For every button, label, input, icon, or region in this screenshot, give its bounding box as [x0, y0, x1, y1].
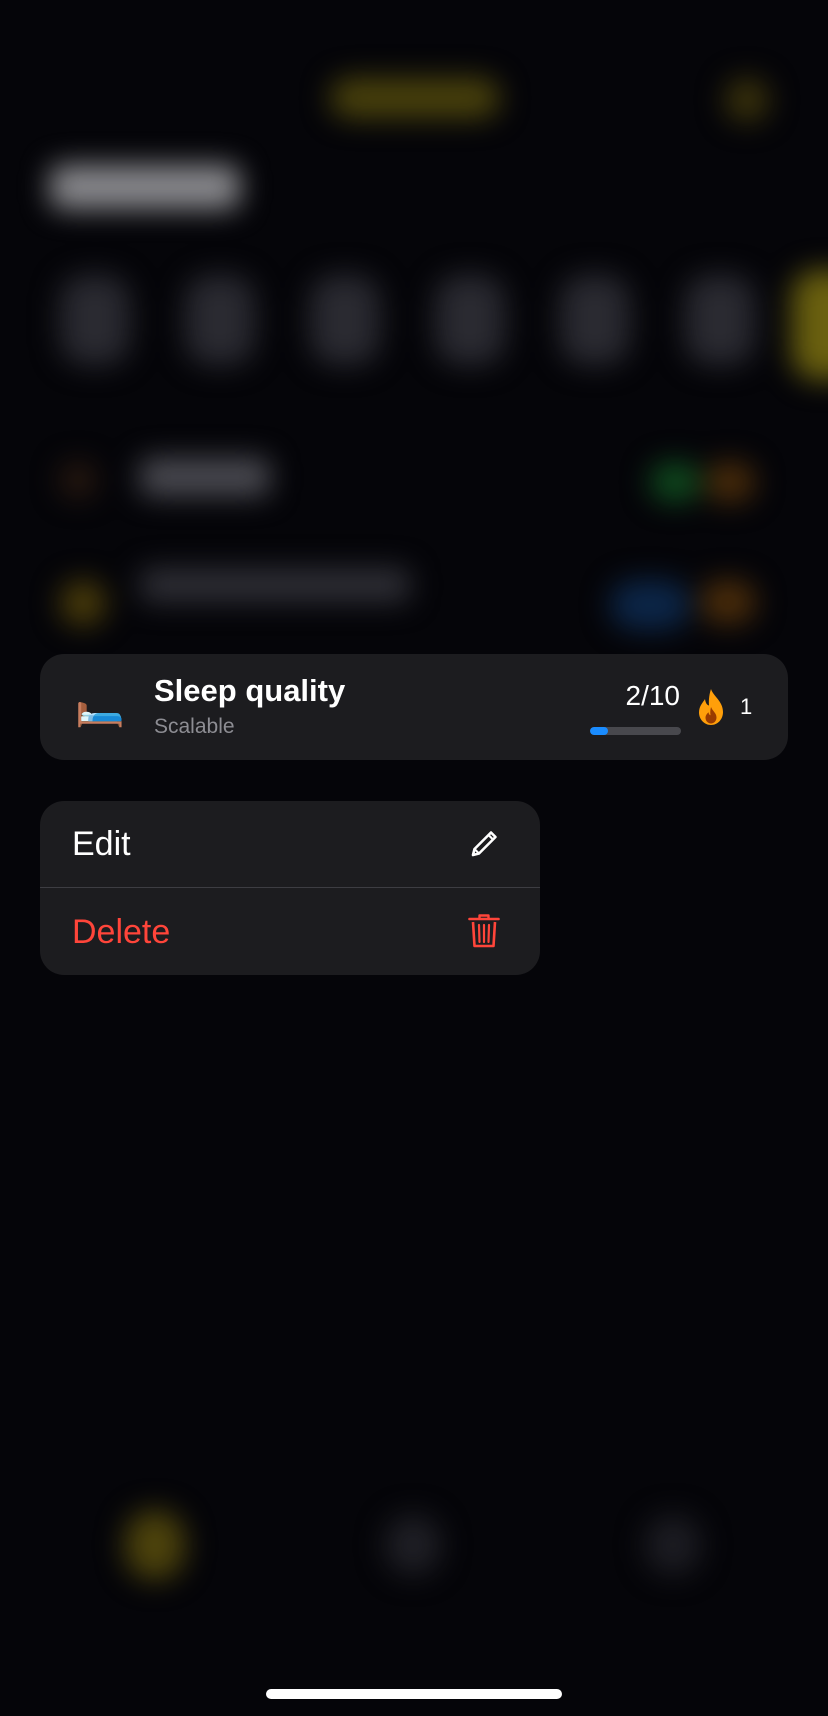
- habit-progress-bar: [590, 727, 681, 735]
- blurred-tab-bar-item: [645, 1515, 701, 1575]
- streak-count: 1: [740, 694, 753, 719]
- blurred-header-action: [725, 78, 769, 122]
- delete-label: Delete: [72, 913, 171, 951]
- blurred-habit-title: [140, 458, 270, 496]
- flame-icon: [699, 689, 723, 725]
- blurred-habit-title: [140, 568, 410, 602]
- menu-divider: [40, 887, 540, 888]
- app-screen: 🛏️ Sleep quality Scalable 2/10 1 Edit De…: [0, 0, 828, 1716]
- edit-label: Edit: [72, 825, 131, 863]
- blurred-day-chip: [435, 275, 505, 365]
- blurred-day-chip: [185, 275, 255, 365]
- blurred-day-chip: [560, 275, 630, 365]
- blurred-habit-icon: [60, 462, 96, 498]
- habit-progress-value: 2/10: [625, 680, 681, 711]
- blurred-habit-status: [650, 462, 700, 502]
- habit-title: Sleep quality: [154, 673, 346, 708]
- habit-type: Scalable: [154, 715, 235, 738]
- blurred-day-chip: [685, 275, 755, 365]
- blurred-day-chip-selected: [792, 270, 828, 380]
- context-menu: Edit Delete: [40, 801, 540, 975]
- blurred-habit-icon: [60, 580, 106, 626]
- bed-icon: 🛏️: [75, 684, 125, 728]
- blurred-page-heading: [50, 165, 240, 209]
- edit-menu-item[interactable]: Edit: [40, 801, 540, 887]
- blurred-day-chip: [60, 275, 130, 365]
- blurred-tab-bar-item: [125, 1510, 185, 1580]
- blurred-habit-status: [610, 580, 690, 630]
- habit-progress-fill: [590, 727, 609, 735]
- blurred-habit-streak: [705, 462, 755, 502]
- delete-menu-item[interactable]: Delete: [40, 889, 540, 975]
- trash-icon: [468, 914, 500, 948]
- blurred-header-title: [330, 78, 500, 118]
- home-indicator[interactable]: [266, 1689, 562, 1699]
- blurred-tab-bar-item: [385, 1515, 441, 1575]
- blurred-day-chip: [310, 275, 380, 365]
- pencil-icon: [471, 831, 497, 857]
- blurred-habit-streak: [700, 580, 756, 624]
